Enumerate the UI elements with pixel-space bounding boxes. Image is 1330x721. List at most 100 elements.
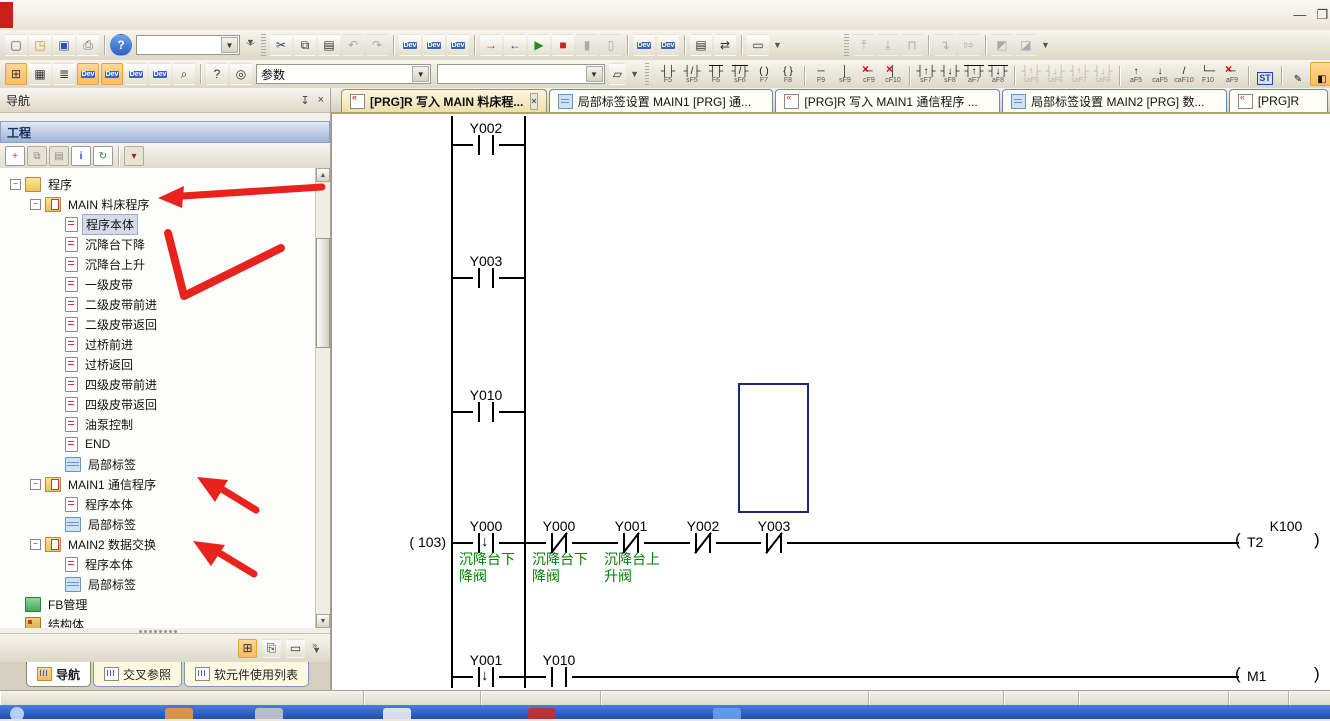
restore-button[interactable]: ❐ <box>1316 7 1328 23</box>
tree-item[interactable]: − 局部标签 <box>0 454 316 474</box>
contact-Y010[interactable] <box>473 401 499 423</box>
coil-T2[interactable]: ( T2 ) <box>1235 532 1325 554</box>
ladder-tool-button[interactable]: ↑ aF5 <box>1124 62 1148 86</box>
data-info-icon[interactable]: i <box>71 146 91 166</box>
transfer-setup-icon[interactable]: ⇄ <box>714 34 736 56</box>
ladder-tool-button[interactable]: ─ aF9 <box>1220 62 1244 86</box>
ladder-tool-button[interactable]: ┤/├ sF5 <box>680 62 704 86</box>
edit-line-up-icon[interactable]: ⤒ <box>853 34 875 56</box>
tree-item[interactable]: − 程序本体 <box>0 494 316 514</box>
connection-destination-icon[interactable]: ▭ <box>286 639 305 658</box>
menu-item[interactable] <box>263 11 287 19</box>
ladder-tool-button[interactable]: ( ) F7 <box>752 62 776 86</box>
connection-line-icon[interactable]: ↴ <box>934 34 956 56</box>
ladder-tool-button[interactable]: ┤↑├ saF7 <box>1067 62 1091 86</box>
new-data-icon[interactable]: + <box>5 146 25 166</box>
tree-item[interactable]: − 程序本体 <box>0 214 316 234</box>
document-tab[interactable]: [PRG]R 写入 MAIN 料床程... × <box>341 89 547 112</box>
ladder-tool-button[interactable]: ─ F9 <box>809 62 833 86</box>
tree-item[interactable]: − 二级皮带返回 <box>0 314 316 334</box>
menu-item[interactable] <box>239 11 263 19</box>
refresh-icon[interactable]: ↻ <box>93 146 113 166</box>
tree-item[interactable]: − MAIN 料床程序 <box>0 194 316 214</box>
navigation-window-icon[interactable]: ⊞ <box>5 63 27 85</box>
toolbar-overflow-icon[interactable]: ▼﹀ <box>246 40 255 50</box>
tree-item[interactable]: − 油泵控制 <box>0 414 316 434</box>
tree-item[interactable]: − 一级皮带 <box>0 274 316 294</box>
ladder-tool-button[interactable]: / caF10 <box>1172 62 1196 86</box>
ladder-tool-button[interactable]: ┤↓├ aF8 <box>986 62 1010 86</box>
sort-filter-icon[interactable]: ▾ <box>124 146 144 166</box>
tree-item[interactable]: − 四级皮带前进 <box>0 374 316 394</box>
paste-icon[interactable]: ▤ <box>318 34 340 56</box>
device-list-icon[interactable]: Dev <box>101 63 123 85</box>
print-icon[interactable]: ⎙ <box>77 34 99 56</box>
edit-rung-icon[interactable]: ⊓ <box>901 34 923 56</box>
minimize-button[interactable]: — <box>1293 7 1306 23</box>
menu-item[interactable] <box>23 11 47 19</box>
fb-selection-icon[interactable]: ▦ <box>29 63 51 85</box>
copy-icon[interactable]: ⧉ <box>294 34 316 56</box>
tree-item[interactable]: − 局部标签 <box>0 514 316 534</box>
combo-dropdown-icon[interactable]: ▼ <box>412 66 429 82</box>
tree-item[interactable]: − MAIN2 数据交换 <box>0 534 316 554</box>
paste-data-icon[interactable]: ▤ <box>49 146 69 166</box>
taskbar-icon[interactable] <box>713 708 741 719</box>
ladder-editor[interactable]: Y002 Y003 Y010 ( 103) Y000 Y000 Y001 Y00… <box>331 112 1330 690</box>
taskbar-icon[interactable] <box>528 708 556 719</box>
collapse-icon[interactable]: − <box>30 199 41 210</box>
ladder-tool-button[interactable]: ST <box>1253 62 1277 86</box>
menu-item[interactable] <box>71 11 95 19</box>
statement-note-icon[interactable]: ▤ <box>690 34 712 56</box>
library-icon[interactable]: ⎘ <box>262 639 281 658</box>
ladder-tool-button[interactable]: { } F8 <box>776 62 800 86</box>
ladder-tool-button[interactable]: ┤├ F5 <box>656 62 680 86</box>
tree-item[interactable]: − 沉降台上升 <box>0 254 316 274</box>
find-target-combo[interactable]: 参数 ▼ <box>256 64 431 84</box>
collapse-icon[interactable]: − <box>30 479 41 490</box>
ladder-tool-button[interactable]: │ sF9 <box>833 62 857 86</box>
monitor-stop-icon[interactable]: ■ <box>552 34 574 56</box>
toolbar-overflow-icon-2[interactable]: ▼ <box>773 43 782 48</box>
coil-M1[interactable]: ( M1 ) <box>1235 666 1325 688</box>
tree-item[interactable]: − 过桥前进 <box>0 334 316 354</box>
help-icon[interactable]: ? <box>110 34 132 56</box>
ladder-tool-button[interactable]: ↓ caF5 <box>1148 62 1172 86</box>
contact-Y003-nc[interactable] <box>761 532 787 554</box>
ladder-tool-button[interactable]: ◧ <box>1310 62 1330 86</box>
contact-Y001-falling[interactable] <box>473 666 499 688</box>
device-find-icon[interactable]: Dev <box>77 63 99 85</box>
save-icon[interactable]: ▣ <box>53 34 75 56</box>
taskbar-icon[interactable] <box>383 708 411 719</box>
document-tab[interactable]: [PRG]R 写入 MAIN1 通信程序 ... × <box>775 89 1000 112</box>
edit-line-down-icon[interactable]: ⤓ <box>877 34 899 56</box>
scroll-down-icon[interactable]: ▼ <box>316 614 330 628</box>
help-2-icon[interactable]: ? <box>206 63 228 85</box>
document-tab[interactable]: [PRG]R × <box>1229 89 1328 112</box>
find-text-combo[interactable]: ▼ <box>437 64 604 84</box>
cut-icon[interactable]: ✂ <box>270 34 292 56</box>
tree-scrollbar[interactable]: ▲ ▼ <box>315 168 330 628</box>
trace-1-icon[interactable]: ◩ <box>991 34 1013 56</box>
collapse-icon[interactable]: − <box>30 539 41 550</box>
toolbar-overflow-icon-3[interactable]: ▼ <box>1041 43 1050 48</box>
menu-item[interactable] <box>47 11 71 19</box>
ladder-tool-button[interactable]: ┤↓├ saF8 <box>1091 62 1115 86</box>
contact-Y003[interactable] <box>473 267 499 289</box>
ladder-tool-button[interactable]: ┤↓├ sF8 <box>938 62 962 86</box>
collapse-icon[interactable]: − <box>10 179 21 190</box>
open-project-icon[interactable]: ◳ <box>29 34 51 56</box>
device-search-icon[interactable]: ⌕ <box>173 63 195 85</box>
minibar-overflow-icon[interactable]: »▼ <box>312 643 321 653</box>
device-display-icon[interactable]: Dev <box>149 63 171 85</box>
ladder-tool-button[interactable]: ┤↓├ saF6 <box>1043 62 1067 86</box>
copy-data-icon[interactable]: ⧉ <box>27 146 47 166</box>
tree-item[interactable]: − 四级皮带返回 <box>0 394 316 414</box>
panel-tab[interactable]: 导航 <box>26 662 91 687</box>
device-monitor-icon[interactable]: Dev <box>423 34 445 56</box>
page-find-icon[interactable]: ▱ <box>609 63 627 85</box>
window-combo[interactable]: ▼ <box>136 35 240 55</box>
tree-item[interactable]: − MAIN1 通信程序 <box>0 474 316 494</box>
tree-item[interactable]: − 过桥返回 <box>0 354 316 374</box>
remote-operation-icon[interactable]: ▭ <box>747 34 769 56</box>
